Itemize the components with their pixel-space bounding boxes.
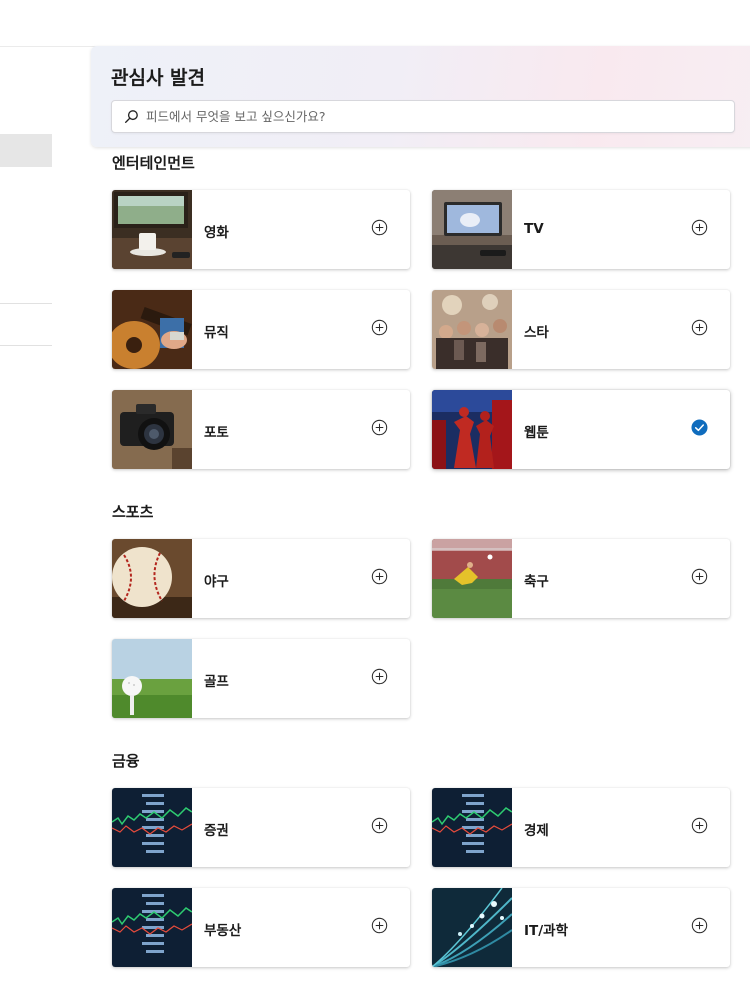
plus-circle-icon[interactable] [371, 568, 388, 585]
topic-card[interactable]: TV [432, 190, 730, 269]
stock-thumb [432, 788, 512, 867]
topic-label: 뮤직 [204, 325, 229, 341]
topic-label: 증권 [204, 823, 229, 839]
topic-card[interactable]: 야구 [112, 539, 410, 618]
topic-label: 축구 [524, 574, 549, 590]
fiber-thumb [432, 888, 512, 967]
stock-thumb [112, 888, 192, 967]
topic-card[interactable]: 증권 [112, 788, 410, 867]
topic-label: IT/과학 [524, 923, 569, 939]
topic-label: 스타 [524, 325, 549, 341]
tv-thumb [432, 190, 512, 269]
plus-circle-icon[interactable] [691, 319, 708, 336]
sidebar-divider [0, 345, 52, 346]
topic-label: 포토 [204, 425, 229, 441]
topic-card[interactable]: 경제 [432, 788, 730, 867]
plus-circle-icon[interactable] [371, 668, 388, 685]
sidebar-selected-item[interactable] [0, 134, 52, 167]
section-title: 엔터테인먼트 [112, 154, 195, 172]
plus-circle-icon[interactable] [691, 917, 708, 934]
page-title: 관심사 발견 [111, 67, 206, 89]
movie-thumb [112, 190, 192, 269]
crowd-thumb [432, 290, 512, 369]
plus-circle-icon[interactable] [691, 219, 708, 236]
guitar-thumb [112, 290, 192, 369]
topic-card[interactable]: 축구 [432, 539, 730, 618]
section-title: 금융 [112, 752, 140, 770]
plus-circle-icon[interactable] [371, 419, 388, 436]
stock-thumb [112, 788, 192, 867]
plus-circle-icon[interactable] [371, 319, 388, 336]
sidebar-divider [0, 303, 52, 304]
topic-label: 부동산 [204, 923, 242, 939]
topic-card[interactable]: 뮤직 [112, 290, 410, 369]
comic-thumb [432, 390, 512, 469]
check-circle-icon[interactable] [691, 419, 708, 436]
search-input[interactable] [146, 101, 716, 132]
camera-thumb [112, 390, 192, 469]
plus-circle-icon[interactable] [691, 568, 708, 585]
plus-circle-icon[interactable] [371, 917, 388, 934]
topic-label: 골프 [204, 674, 229, 690]
topic-label: 영화 [204, 225, 229, 241]
plus-circle-icon[interactable] [691, 817, 708, 834]
plus-circle-icon[interactable] [371, 219, 388, 236]
topic-card[interactable]: 부동산 [112, 888, 410, 967]
topic-label: 경제 [524, 823, 549, 839]
topic-card[interactable]: 웹툰 [432, 390, 730, 469]
topic-card[interactable]: 스타 [432, 290, 730, 369]
left-sidebar [0, 47, 52, 982]
topic-card[interactable]: 골프 [112, 639, 410, 718]
discover-header: 관심사 발견 [91, 46, 750, 147]
topic-label: TV [524, 221, 544, 237]
topic-label: 웹툰 [524, 425, 549, 441]
plus-circle-icon[interactable] [371, 817, 388, 834]
topic-card[interactable]: IT/과학 [432, 888, 730, 967]
golf-thumb [112, 639, 192, 718]
topic-card[interactable]: 포토 [112, 390, 410, 469]
soccer-thumb [432, 539, 512, 618]
section-title: 스포츠 [112, 503, 154, 521]
topic-card[interactable]: 영화 [112, 190, 410, 269]
search-icon [124, 110, 138, 124]
topic-label: 야구 [204, 574, 229, 590]
top-bar [0, 0, 750, 47]
search-box[interactable] [111, 100, 735, 133]
baseball-thumb [112, 539, 192, 618]
